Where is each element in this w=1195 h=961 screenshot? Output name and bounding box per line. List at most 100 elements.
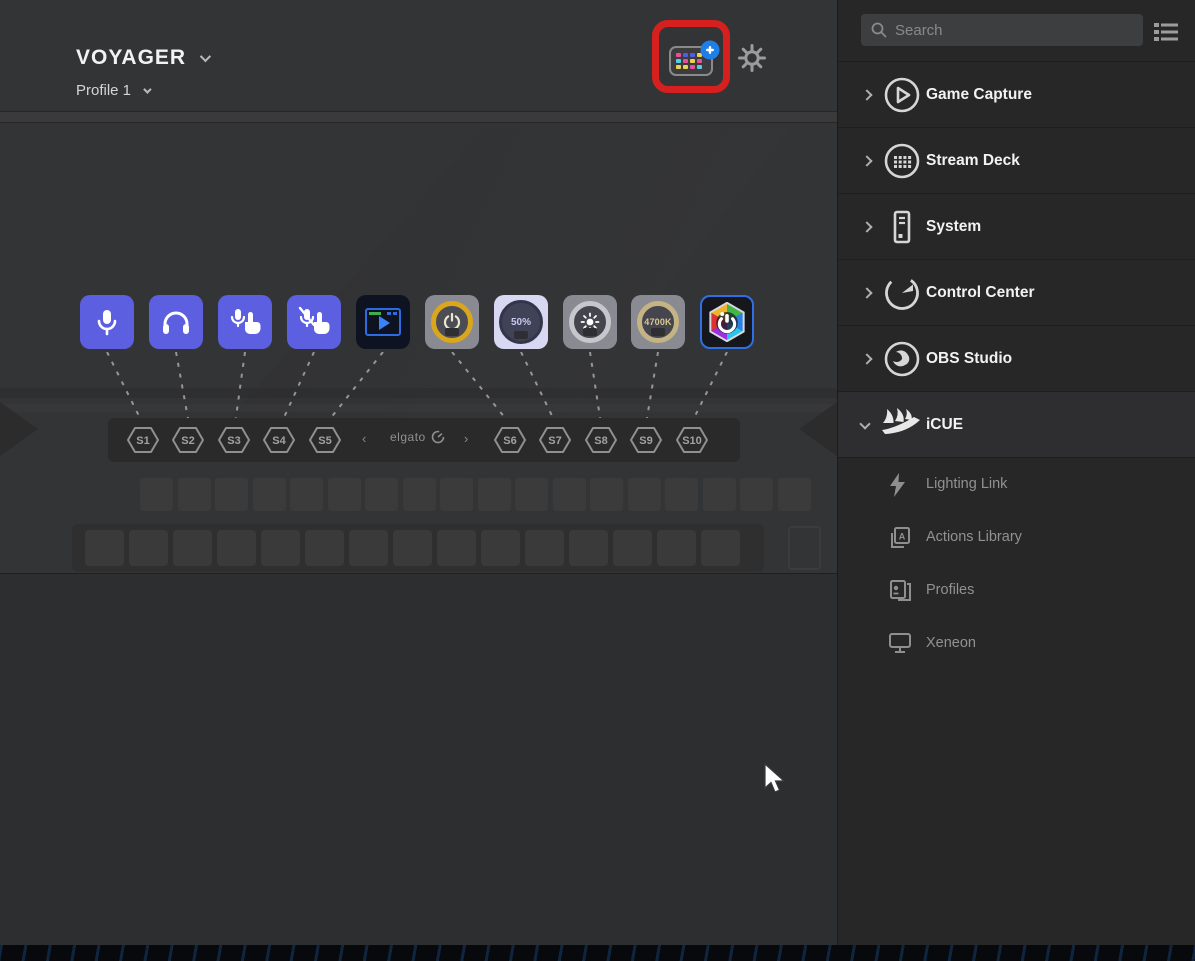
key-badge-s5[interactable]: S5	[308, 426, 342, 454]
search-input[interactable]	[895, 22, 1115, 39]
action-tile-headphones[interactable]	[149, 295, 203, 349]
action-tile-push-to-mute[interactable]	[287, 295, 341, 349]
svg-text:A: A	[899, 532, 906, 542]
actions-library-icon: A	[888, 526, 912, 550]
search-icon	[871, 22, 887, 38]
sidebar-subitem-xeneon[interactable]: Xeneon	[838, 617, 1195, 670]
sidebar-subitem-label: Xeneon	[926, 617, 976, 670]
sidebar-subitem-label: Lighting Link	[926, 458, 1007, 511]
brightness-value: 50%	[511, 317, 531, 328]
control-center-icon	[883, 274, 921, 312]
action-tile-push-to-talk[interactable]	[218, 295, 272, 349]
device-name-label: VOYAGER	[76, 46, 186, 70]
svg-text:S9: S9	[639, 435, 652, 447]
profile-name-label: Profile 1	[76, 82, 131, 99]
sidebar-item-control-center[interactable]: Control Center	[838, 260, 1195, 326]
sidebar-item-label: Game Capture	[926, 62, 1032, 128]
microphone-icon	[92, 307, 122, 337]
sidebar-item-icue[interactable]: iCUE	[838, 392, 1195, 458]
profiles-icon	[888, 579, 912, 603]
sidebar-item-system[interactable]: System	[838, 194, 1195, 260]
ghost-key	[788, 526, 821, 570]
svg-text:S10: S10	[682, 435, 702, 447]
sidebar-item-label: System	[926, 194, 981, 260]
sidebar-item-stream-deck[interactable]: Stream Deck	[838, 128, 1195, 194]
sidebar-search-row	[838, 0, 1195, 62]
settings-button[interactable]	[737, 43, 767, 73]
chevron-down-icon	[859, 418, 870, 429]
profile-selector[interactable]: Profile 1	[76, 82, 149, 99]
action-tile-brightness-percent[interactable]: 50%	[494, 295, 548, 349]
sidebar-subitem-label: Actions Library	[926, 511, 1022, 564]
key-badge-s10[interactable]: S10	[675, 426, 709, 454]
sidebar-item-label: Control Center	[926, 260, 1035, 326]
key-badge-s3[interactable]: S3	[217, 426, 251, 454]
ghost-key-row	[140, 478, 812, 511]
game-capture-icon	[883, 76, 921, 114]
chevron-right-icon	[861, 89, 872, 100]
push-to-talk-icon	[228, 306, 262, 338]
chevron-right-icon	[861, 353, 872, 364]
key-badge-s4[interactable]: S4	[262, 426, 296, 454]
app-window: VOYAGER Profile 1	[0, 0, 1195, 961]
obs-studio-icon	[883, 340, 921, 378]
power-dial-icon	[431, 301, 473, 343]
icue-logo-icon	[707, 302, 747, 342]
key-badge-s2[interactable]: S2	[171, 426, 205, 454]
stream-deck-icon	[883, 142, 921, 180]
headphones-icon	[160, 307, 192, 337]
chevron-right-icon	[861, 221, 872, 232]
sidebar-subitem-profiles[interactable]: Profiles	[838, 564, 1195, 617]
list-icon	[1153, 21, 1179, 43]
desktop-wallpaper-strip	[0, 945, 1195, 961]
key-badge-s1[interactable]: S1	[126, 426, 160, 454]
sidebar-item-obs-studio[interactable]: OBS Studio	[838, 326, 1195, 392]
chevron-right-icon	[861, 287, 872, 298]
corsair-icon	[880, 408, 922, 444]
action-tile-microphone[interactable]	[80, 295, 134, 349]
action-tile-sun-dial[interactable]	[563, 295, 617, 349]
sidebar-item-label: Stream Deck	[926, 128, 1020, 194]
key-connector-lines	[0, 352, 837, 424]
key-badge-s9[interactable]: S9	[629, 426, 663, 454]
search-box[interactable]	[861, 14, 1143, 46]
gear-icon	[737, 43, 767, 73]
svg-text:S4: S4	[272, 435, 286, 447]
svg-text:S5: S5	[318, 435, 331, 447]
svg-text:S1: S1	[136, 435, 149, 447]
system-icon	[883, 208, 921, 246]
monitor-icon	[888, 632, 912, 654]
header-divider	[0, 111, 837, 123]
sidebar-subitem-actions-library[interactable]: A Actions Library	[838, 511, 1195, 564]
key-badge-s8[interactable]: S8	[584, 426, 618, 454]
action-tile-color-temperature[interactable]: 4700K	[631, 295, 685, 349]
color-temperature-value: 4700K	[644, 317, 672, 327]
action-tile-icue-selected[interactable]	[700, 295, 754, 349]
brightness-dial-icon: 50%	[499, 300, 543, 344]
sidebar-item-label: OBS Studio	[926, 326, 1012, 392]
sidebar-item-game-capture[interactable]: Game Capture	[838, 62, 1195, 128]
device-selector[interactable]: VOYAGER	[76, 46, 208, 70]
inspector-panel: iCUE:Profiles +	[0, 573, 837, 945]
action-tile-stream-preview[interactable]	[356, 295, 410, 349]
lightning-icon	[888, 473, 908, 497]
key-badge-s6[interactable]: S6	[493, 426, 527, 454]
push-to-mute-icon	[297, 306, 331, 338]
stream-preview-icon	[365, 308, 401, 336]
strip-prev-arrow[interactable]: ‹	[362, 431, 366, 446]
ghost-key-row	[72, 524, 764, 572]
sidebar-subitem-lighting-link[interactable]: Lighting Link	[838, 458, 1195, 511]
view-toggle-button[interactable]	[1153, 21, 1179, 43]
add-keyboard-button[interactable]	[666, 38, 722, 80]
key-badge-s7[interactable]: S7	[538, 426, 572, 454]
chevron-down-icon	[200, 51, 211, 62]
actions-sidebar: Game Capture Stream Deck	[837, 0, 1195, 945]
action-tile-power-dial[interactable]	[425, 295, 479, 349]
chevron-down-icon	[143, 85, 151, 93]
sidebar-item-label: iCUE	[926, 392, 963, 458]
chevron-right-icon	[861, 155, 872, 166]
keyboard-add-icon	[666, 38, 722, 80]
strip-next-arrow[interactable]: ›	[464, 431, 468, 446]
svg-text:S8: S8	[594, 435, 607, 447]
sun-dial-icon	[569, 301, 611, 343]
